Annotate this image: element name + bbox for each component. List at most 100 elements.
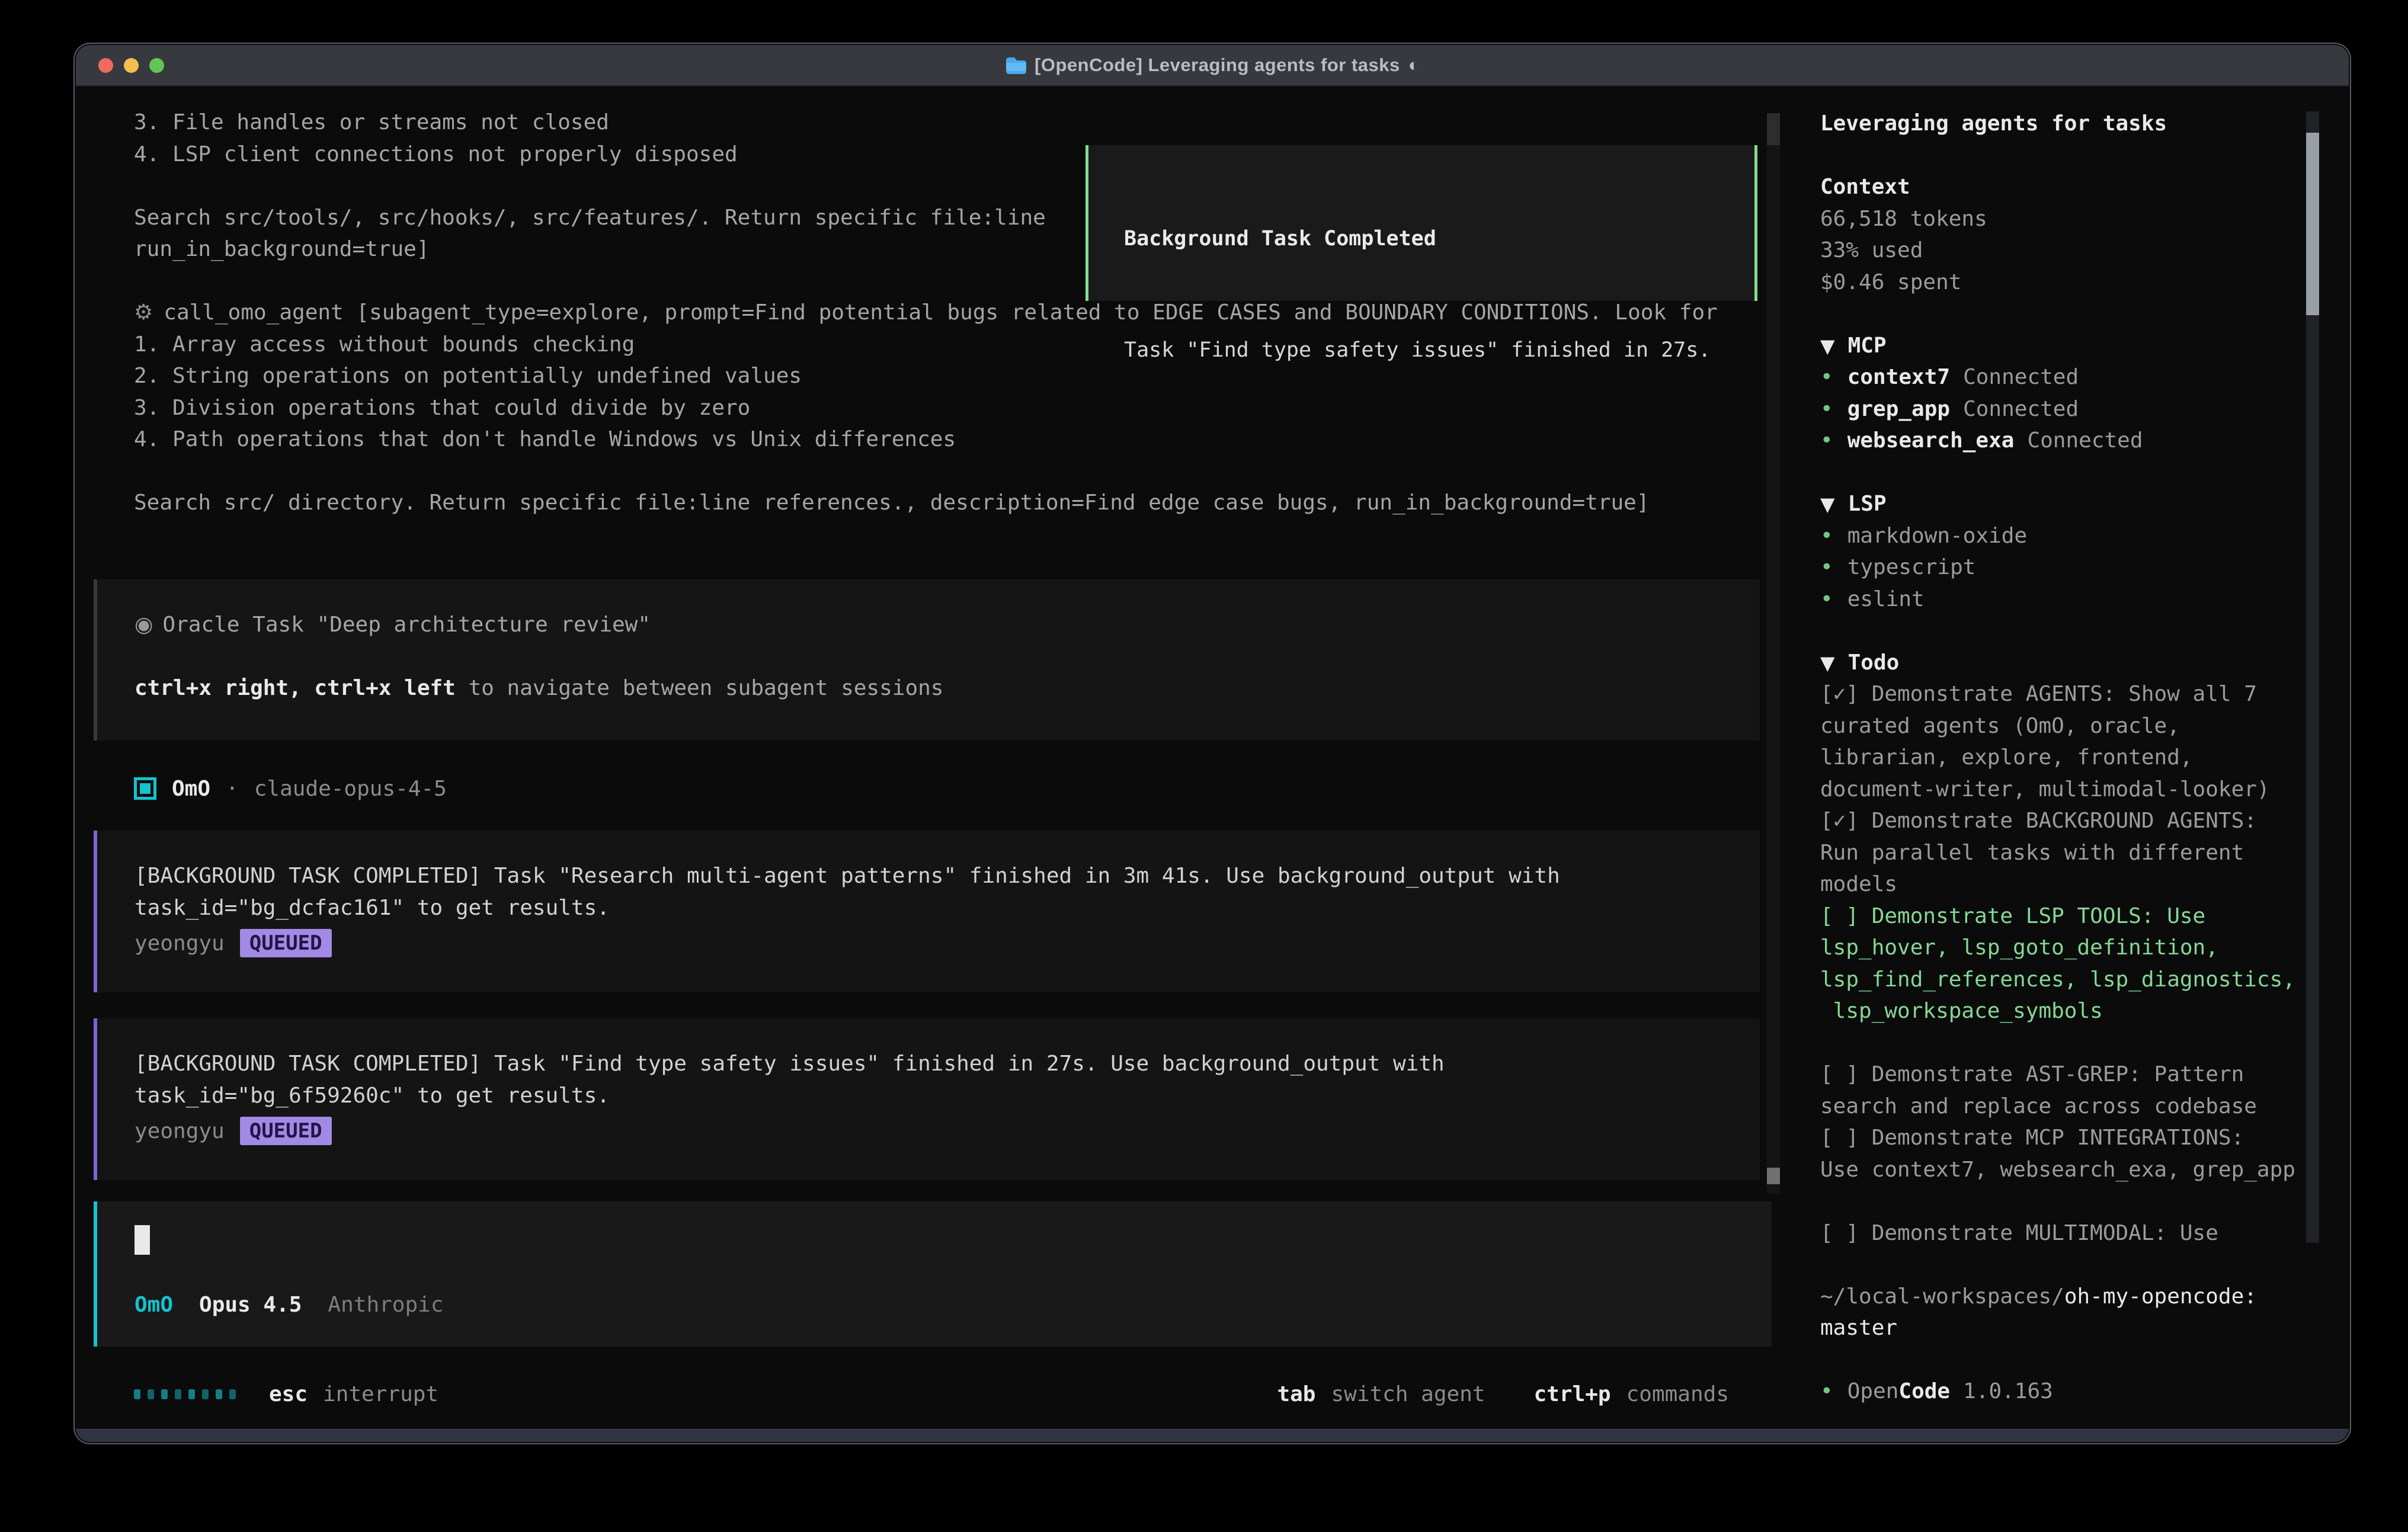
lsp-item: •markdown-oxide	[1820, 524, 2349, 556]
toast-message: Task "Find type safety issues" finished …	[1124, 338, 1754, 362]
blank-line	[1820, 618, 2349, 650]
mcp-section-header[interactable]: ▼MCP	[1820, 334, 2349, 366]
background-task-message: [BACKGROUND TASK COMPLETED] Task "Resear…	[94, 831, 1760, 992]
workspace-path-prefix: ~/local-workspaces/	[1820, 1284, 2064, 1309]
todo-line	[1820, 1189, 2349, 1221]
workspace-path-line: ~/local-workspaces/oh-my-opencode:	[1820, 1284, 2349, 1316]
todo-line: [✓] Demonstrate AGENTS: Show all 7	[1820, 682, 2349, 714]
sidebar: Leveraging agents for tasks Context 66,5…	[1782, 86, 2349, 1429]
app-name-suffix: Code	[1898, 1379, 1950, 1403]
status-badge: QUEUED	[240, 1117, 332, 1146]
context-heading: Context	[1820, 175, 2349, 207]
chevron-down-icon: ▼	[1820, 652, 1835, 674]
todo-line: librarian, explore, frontend,	[1820, 745, 2349, 777]
blank-line	[1820, 143, 2349, 175]
titlebar[interactable]: [OpenCode] Leveraging agents for tasks ◐	[76, 45, 2349, 86]
agent-header: OmO · claude-opus-4-5	[134, 773, 1782, 805]
oracle-task-title-line: ◉Oracle Task "Deep architecture review"	[135, 613, 1760, 645]
fisheye-icon: ◉	[135, 613, 153, 637]
task-byline: yeongyu QUEUED	[135, 1115, 1760, 1147]
todo-line: search and replace across codebase	[1820, 1094, 2349, 1126]
task-author: yeongyu	[135, 1119, 225, 1143]
mcp-item-name: context7	[1847, 365, 1950, 389]
status-dot-icon: •	[1820, 397, 1833, 421]
background-task-message: [BACKGROUND TASK COMPLETED] Task "Find t…	[94, 1018, 1760, 1180]
blank-line	[135, 1257, 1772, 1289]
chat-scrollbar-thumb-bottom[interactable]	[1767, 1168, 1780, 1184]
window-title: [OpenCode] Leveraging agents for tasks ◐	[76, 55, 2349, 76]
status-dot-icon: •	[1820, 587, 1833, 611]
task-block-list: [BACKGROUND TASK COMPLETED] Task "Resear…	[76, 831, 1782, 1180]
session-title: Leveraging agents for tasks	[1820, 111, 2349, 143]
status-dot-icon: •	[1820, 555, 1833, 579]
mcp-item: •websearch_exaConnected	[1820, 428, 2349, 460]
agent-square-icon	[134, 777, 156, 800]
chevron-down-icon: ▼	[1820, 493, 1835, 515]
workspace-path-name: oh-my-opencode:	[2064, 1284, 2257, 1309]
todo-section-header[interactable]: ▼ Todo	[1820, 650, 2349, 682]
app-version: 1.0.163	[1963, 1379, 2053, 1403]
todo-heading: Todo	[1848, 650, 1900, 675]
context-used: 33% used	[1820, 238, 2349, 270]
tab-key-hint: tab	[1277, 1382, 1315, 1406]
input-cursor-line	[135, 1225, 1772, 1257]
context-tokens: 66,518 tokens	[1820, 207, 2349, 239]
blank-line	[1820, 302, 2349, 334]
task-byline: yeongyu QUEUED	[135, 927, 1760, 959]
app-window: [OpenCode] Leveraging agents for tasks ◐…	[75, 44, 2350, 1443]
folder-icon	[1005, 56, 1026, 74]
context-spent: $0.46 spent	[1820, 270, 2349, 302]
todo-line	[1820, 1031, 2349, 1063]
text-cursor	[135, 1225, 150, 1255]
lsp-section-header[interactable]: ▼LSP	[1820, 492, 2349, 524]
agent-name: OmO	[172, 777, 210, 801]
oracle-task-box[interactable]: ◉Oracle Task "Deep architecture review" …	[94, 579, 1760, 741]
status-right: tab switch agent ctrl+p commands	[1277, 1382, 1729, 1406]
agent-model: claude-opus-4-5	[254, 777, 447, 801]
todo-line: [ ] Demonstrate MULTIMODAL: Use	[1820, 1221, 2349, 1253]
chat-scrollbar[interactable]	[1767, 113, 1780, 1194]
todo-line: [ ] Demonstrate AST-GREP: Pattern	[1820, 1062, 2349, 1094]
transcript-line: 3. File handles or streams not closed	[134, 110, 1782, 142]
mcp-item: • grep_app Connected	[1820, 397, 2349, 429]
chat-area: 3. File handles or streams not closed4. …	[76, 86, 1782, 1429]
ctrlp-key-hint: ctrl+p	[1534, 1382, 1611, 1406]
mcp-item-status: Connected	[2027, 428, 2143, 453]
task-message-line2: task_id="bg_6f59260c" to get results.	[135, 1084, 1760, 1116]
todo-line: Use context7, websearch_exa, grep_app	[1820, 1158, 2349, 1190]
sidebar-scrollbar-thumb[interactable]	[2306, 133, 2319, 315]
mcp-heading: MCP	[1848, 334, 1887, 358]
toast-title: Background Task Completed	[1124, 227, 1754, 259]
chat-scrollbar-thumb-top[interactable]	[1767, 113, 1780, 145]
status-badge: QUEUED	[240, 929, 332, 958]
sidebar-scrollbar[interactable]	[2306, 111, 2319, 1243]
blank-line	[134, 459, 1782, 491]
esc-key-label: interrupt	[323, 1382, 438, 1406]
mcp-item: •context7Connected	[1820, 365, 2349, 397]
separator-dot: ·	[226, 777, 239, 801]
blank-line	[1820, 1252, 2349, 1284]
task-message-line1: [BACKGROUND TASK COMPLETED] Task "Find t…	[135, 1052, 1760, 1084]
todo-line: document-writer, multimodal-looker)	[1820, 777, 2349, 809]
window-title-text: [OpenCode] Leveraging agents for tasks	[1035, 55, 1400, 76]
todo-line: models	[1820, 872, 2349, 904]
ctrlp-key-label: commands	[1626, 1382, 1729, 1406]
todo-list: [✓] Demonstrate AGENTS: Show all 7curate…	[1820, 682, 2349, 1252]
mcp-item-name: grep_app	[1847, 397, 1950, 421]
status-dot-icon: •	[1820, 428, 1833, 453]
prompt-input[interactable]: OmO Opus 4.5 Anthropic	[94, 1201, 1772, 1347]
blank-line	[1820, 1348, 2349, 1380]
todo-line: lsp_find_references, lsp_diagnostics,	[1820, 967, 2349, 999]
status-bar: esc interrupt tab switch agent ctrl+p co…	[134, 1382, 1729, 1406]
app-name-prefix: Open	[1847, 1379, 1899, 1403]
input-provider-name: Anthropic	[328, 1293, 443, 1317]
esc-key-hint: esc	[269, 1382, 308, 1406]
task-message-line2: task_id="bg_dcfac161" to get results.	[135, 896, 1760, 928]
todo-line: [ ] Demonstrate MCP INTEGRATIONS:	[1820, 1126, 2349, 1158]
lsp-list: •markdown-oxide•typescript•eslint	[1820, 524, 2349, 619]
status-dot-icon: •	[1820, 524, 1833, 548]
todo-line: [ ] Demonstrate LSP TOOLS: Use	[1820, 904, 2349, 936]
input-model-name: Opus 4.5	[199, 1293, 302, 1317]
toast-notification[interactable]: Background Task Completed Task "Find typ…	[1085, 145, 1757, 301]
mcp-item-status: Connected	[1963, 397, 2079, 421]
